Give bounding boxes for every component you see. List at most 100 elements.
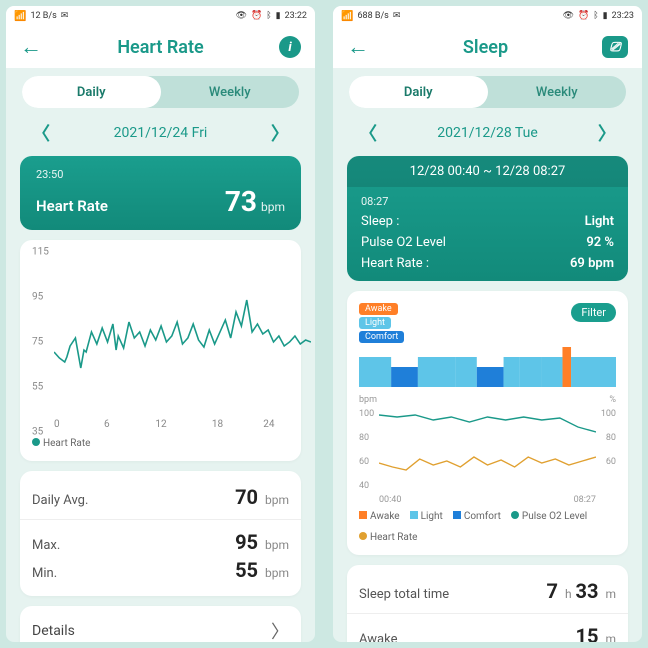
total-m: 33 (576, 579, 599, 603)
sleep-label: Sleep : (361, 214, 399, 229)
eye-icon: 👁 (236, 11, 247, 21)
chevron-right-icon: 〉 (271, 618, 289, 642)
date-label[interactable]: 2021/12/28 Tue (437, 125, 538, 141)
tab-daily[interactable]: Daily (22, 76, 161, 108)
yr: 60 (606, 457, 616, 467)
yr: 80 (606, 433, 616, 443)
info-icon[interactable]: i (279, 36, 301, 58)
avg-label: Daily Avg. (32, 493, 88, 508)
yl: 60 (359, 457, 369, 467)
x-end: 08:27 (574, 495, 596, 505)
hr-chart-card: 115 95 75 55 35 0 6 12 18 24 Heart Rate (20, 240, 301, 461)
tab-weekly[interactable]: Weekly (161, 76, 300, 108)
volte-icon: ✉ (61, 11, 69, 21)
tab-daily[interactable]: Daily (349, 76, 488, 108)
pill-light: Light (359, 317, 391, 329)
bpm-unit: bpm (359, 395, 377, 405)
x-tick: 12 (155, 419, 166, 430)
details-label: Details (32, 623, 75, 639)
y-tick: 35 (32, 427, 43, 438)
yl: 40 (359, 481, 369, 491)
status-bar: 📶 688 B/s ✉ 👁 ⏰ ᛒ ▮ 23:23 (333, 6, 642, 26)
sleep-value: Light (585, 214, 614, 229)
x-start: 00:40 (379, 495, 401, 505)
alarm-icon: ⏰ (251, 11, 262, 21)
x-tick: 18 (212, 419, 223, 430)
max-label: Max. (32, 538, 60, 553)
volte-icon: ✉ (393, 11, 401, 21)
header: ← Heart Rate i (6, 26, 315, 68)
tab-weekly[interactable]: Weekly (488, 76, 627, 108)
y-tick: 55 (32, 382, 43, 393)
back-icon[interactable]: ← (347, 34, 369, 60)
clock: 23:23 (612, 11, 634, 21)
screen-heart-rate: 📶 12 B/s ✉ 👁 ⏰ ᛒ ▮ 23:22 ← Heart Rate i … (6, 6, 315, 642)
y-tick: 95 (32, 292, 43, 303)
tab-group: Daily Weekly (22, 76, 299, 108)
battery-icon: ▮ (603, 11, 608, 21)
net-speed: 688 B/s (357, 11, 388, 21)
totals-card: Sleep total time 7 h 33 m Awake 15 m Lig… (347, 565, 628, 642)
alarm-icon: ⏰ (578, 11, 589, 21)
battery-icon: ▮ (276, 11, 281, 21)
pill-comfort: Comfort (359, 331, 404, 343)
x-tick: 0 (54, 419, 60, 430)
date-label[interactable]: 2021/12/24 Fri (114, 125, 208, 141)
sleep-hero: 12/28 00:40 ~ 12/28 08:27 08:27 Sleep :L… (347, 156, 628, 281)
prev-day-icon[interactable]: 〈 (32, 120, 50, 146)
hero-label: Heart Rate (36, 197, 108, 215)
legend-hr: Heart Rate (43, 438, 90, 449)
hero-value: 73 (225, 185, 257, 218)
o2-label: Pulse O2 Level (361, 235, 446, 250)
clock: 23:22 (285, 11, 307, 21)
yl: 100 (359, 409, 374, 419)
net-speed: 12 B/s (30, 11, 56, 21)
y-tick: 115 (32, 247, 49, 258)
awake-m: 15 (576, 624, 599, 642)
avg-value: 70 (235, 485, 258, 509)
bluetooth-icon: ᛒ (593, 11, 598, 21)
screen-sleep: 📶 688 B/s ✉ 👁 ⏰ ᛒ ▮ 23:23 ← Sleep ⎚ Dail… (333, 6, 642, 642)
sleep-badge-icon[interactable]: ⎚ (602, 36, 628, 58)
back-icon[interactable]: ← (20, 34, 42, 60)
date-nav: 〈 2021/12/28 Tue 〉 (333, 114, 642, 156)
header: ← Sleep ⎚ (333, 26, 642, 68)
tab-group: Daily Weekly (349, 76, 626, 108)
total-h: 7 (547, 579, 558, 603)
prev-day-icon[interactable]: 〈 (359, 120, 377, 146)
next-day-icon[interactable]: 〉 (598, 120, 616, 146)
sleep-chart-card: Filter Awake Light Comfort (347, 291, 628, 555)
filter-button[interactable]: Filter (571, 303, 616, 322)
stage-bars[interactable] (359, 347, 616, 387)
o2-hr-chart[interactable]: bpm % 100 80 60 40 100 80 60 00:40 08:27 (359, 395, 616, 505)
hr-label: Heart Rate : (361, 256, 429, 271)
next-day-icon[interactable]: 〉 (271, 120, 289, 146)
wifi-icon: 📶 (341, 11, 353, 22)
page-title: Heart Rate (42, 37, 279, 58)
date-nav: 〈 2021/12/24 Fri 〉 (6, 114, 315, 156)
hr-value: 69 bpm (570, 256, 614, 271)
sleep-range: 12/28 00:40 ~ 12/28 08:27 (347, 156, 628, 187)
o2-value: 92 % (586, 235, 614, 250)
awake-label: Awake (359, 632, 397, 642)
yl: 80 (359, 433, 369, 443)
y-tick: 75 (32, 337, 43, 348)
wifi-icon: 📶 (14, 11, 26, 22)
status-bar: 📶 12 B/s ✉ 👁 ⏰ ᛒ ▮ 23:22 (6, 6, 315, 26)
min-label: Min. (32, 566, 57, 581)
hr-chart[interactable]: 115 95 75 55 35 0 6 12 18 24 (32, 252, 289, 432)
max-value: 95 (235, 530, 258, 554)
hero-card: 23:50 Heart Rate 73bpm (20, 156, 301, 230)
eye-icon: 👁 (563, 11, 574, 21)
hero-unit: bpm (261, 200, 285, 214)
min-value: 55 (235, 558, 258, 582)
pct-unit: % (609, 395, 616, 405)
stats-card: Daily Avg. 70 bpm Max. 95 bpm Min. 55 bp… (20, 471, 301, 596)
page-title: Sleep (369, 37, 602, 58)
bluetooth-icon: ᛒ (266, 11, 271, 21)
details-row[interactable]: Details 〉 (20, 606, 301, 642)
x-tick: 24 (263, 419, 274, 430)
yr: 100 (601, 409, 616, 419)
chart-legend: Heart Rate (32, 438, 289, 449)
pill-awake: Awake (359, 303, 398, 315)
